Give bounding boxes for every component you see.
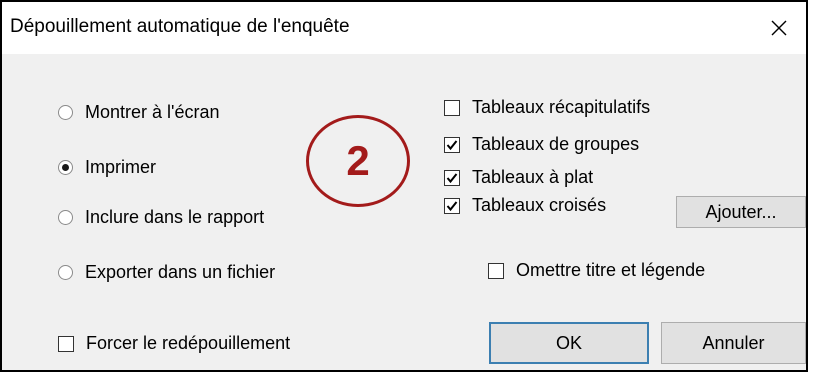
cancel-button-label: Annuler <box>702 332 765 353</box>
checkbox-label-groupes: Tableaux de groupes <box>472 134 640 154</box>
ok-button-label: OK <box>555 332 582 353</box>
cancel-button[interactable]: Annuler <box>661 322 806 364</box>
radio-exporter-fichier[interactable]: Exporter dans un fichier <box>58 262 275 283</box>
checkbox-forcer-redepouillement[interactable]: Forcer le redépouillement <box>58 333 290 354</box>
title-bar: Dépouillement automatique de l'enquête <box>2 2 806 54</box>
window-title: Dépouillement automatique de l'enquête <box>10 16 350 37</box>
checkbox-label-a-plat: Tableaux à plat <box>472 167 594 187</box>
dialog-window: Dépouillement automatique de l'enquête M… <box>0 0 808 372</box>
step-number-badge: 2 <box>306 115 410 207</box>
checkbox-box-checked[interactable] <box>444 136 460 153</box>
checkbox-box[interactable] <box>58 335 74 352</box>
radio-button[interactable] <box>58 105 73 120</box>
checkbox-tableaux-a-plat[interactable]: Tableaux à plat <box>444 167 593 188</box>
radio-label-exporter: Exporter dans un fichier <box>85 262 276 282</box>
radio-montrer-ecran[interactable]: Montrer à l'écran <box>58 102 220 123</box>
ok-button[interactable]: OK <box>489 322 649 364</box>
checkbox-label-croises: Tableaux croisés <box>472 195 607 215</box>
radio-label-inclure: Inclure dans le rapport <box>85 207 265 227</box>
checkbox-label-omettre: Omettre titre et légende <box>516 260 706 280</box>
radio-imprimer[interactable]: Imprimer <box>58 157 156 178</box>
checkbox-box[interactable] <box>444 99 460 116</box>
ajouter-button-label: Ajouter... <box>705 201 777 222</box>
ajouter-button[interactable]: Ajouter... <box>676 196 806 228</box>
close-icon <box>771 20 787 36</box>
checkbox-omettre-titre[interactable]: Omettre titre et légende <box>488 260 705 281</box>
radio-button[interactable] <box>58 265 73 280</box>
checkbox-tableaux-recapitulatifs[interactable]: Tableaux récapitulatifs <box>444 97 650 118</box>
radio-label-montrer: Montrer à l'écran <box>85 102 220 122</box>
radio-label-imprimer: Imprimer <box>85 157 156 177</box>
checkbox-tableaux-croises[interactable]: Tableaux croisés <box>444 195 606 216</box>
checkbox-box[interactable] <box>488 262 504 279</box>
checkbox-box-checked[interactable] <box>444 197 460 214</box>
checkbox-box-checked[interactable] <box>444 169 460 186</box>
radio-inclure-rapport[interactable]: Inclure dans le rapport <box>58 207 264 228</box>
checkbox-label-forcer: Forcer le redépouillement <box>86 333 291 353</box>
step-number: 2 <box>346 137 370 184</box>
checkbox-tableaux-groupes[interactable]: Tableaux de groupes <box>444 134 639 155</box>
checkmark-icon <box>446 139 458 150</box>
checkmark-icon <box>446 200 458 211</box>
radio-button-selected[interactable] <box>58 160 73 175</box>
checkbox-label-recapitulatifs: Tableaux récapitulatifs <box>472 97 651 117</box>
close-button[interactable] <box>752 2 806 54</box>
radio-button[interactable] <box>58 210 73 225</box>
checkmark-icon <box>446 172 458 183</box>
